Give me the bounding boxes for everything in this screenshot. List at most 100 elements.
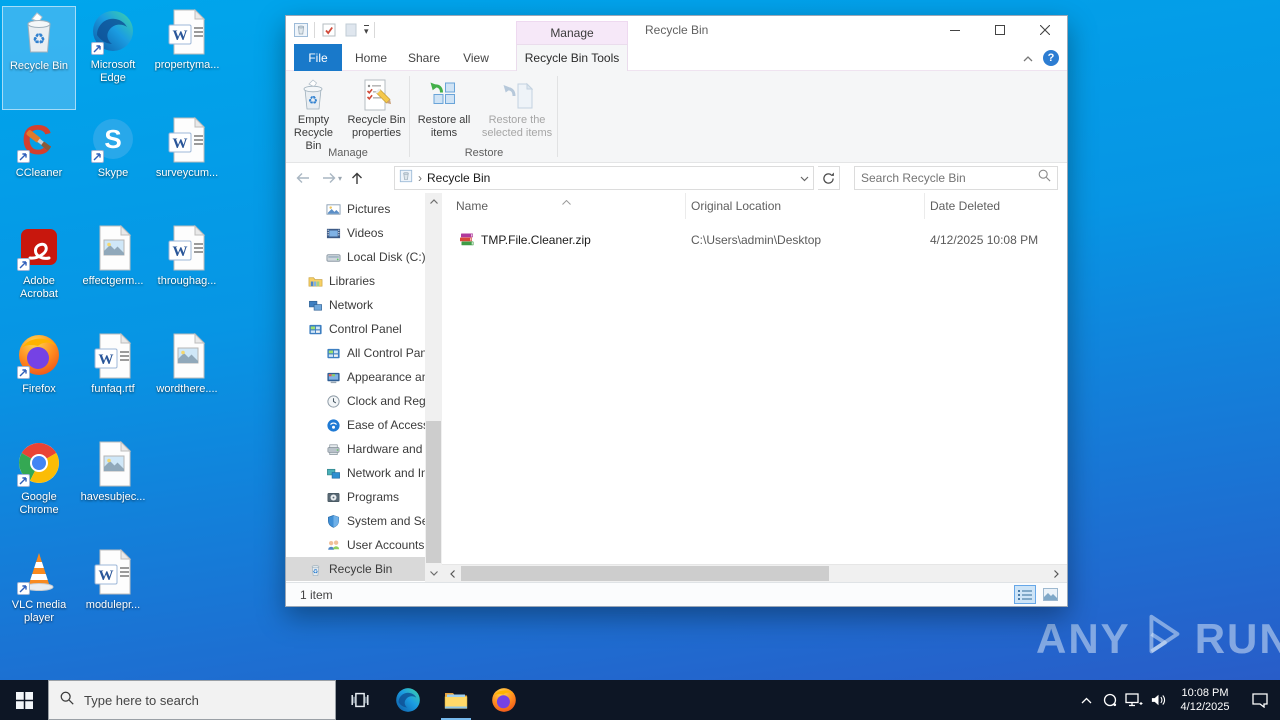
desktop-icon-funfaq-rtf[interactable]: Wfunfaq.rtf [76,330,150,434]
tray-status-icon[interactable] [1098,680,1122,720]
desktop-icon-google-chrome[interactable]: Google Chrome [2,438,76,542]
volume-tray-icon[interactable] [1146,680,1170,720]
tab-share[interactable]: Share [398,44,450,71]
ribbon-button-restore-the-selected-items: Restore the selected items [478,76,556,140]
horizontal-scrollbar[interactable] [442,564,1067,582]
scroll-up-icon[interactable] [425,193,442,210]
desktop-icon-ccleaner[interactable]: C CCleaner [2,114,76,218]
nav-item-pictures[interactable]: Pictures [286,197,425,221]
nav-scrollbar[interactable] [425,193,442,582]
search-icon[interactable] [1038,169,1051,187]
nav-scrollbar-thumb[interactable] [426,421,441,563]
up-button[interactable] [344,166,370,190]
scroll-left-icon[interactable] [444,565,461,583]
network-tray-icon[interactable] [1122,680,1146,720]
nav-item-appearance-an[interactable]: Appearance an [286,365,425,389]
nav-item-user-accounts[interactable]: User Accounts [286,533,425,557]
taskbar-search-input[interactable] [84,692,325,708]
explorer-search-box[interactable] [854,166,1058,190]
nav-item-clock-and-regi[interactable]: Clock and Regi [286,389,425,413]
taskbar-clock[interactable]: 10:08 PM 4/12/2025 [1170,686,1240,714]
nav-item-libraries[interactable]: Libraries [286,269,425,293]
nav-item-label: Network and In [347,466,425,480]
tab-home[interactable]: Home [346,44,396,71]
qat-blank-icon[interactable] [342,22,359,39]
edge-taskbar-icon[interactable] [384,680,432,720]
shortcut-arrow-icon [17,582,30,595]
taskbar-search-box[interactable] [48,680,336,720]
refresh-button[interactable] [818,166,840,190]
nav-item-recycle-bin[interactable]: ♻ Recycle Bin [286,557,425,581]
nav-item-ease-of-access[interactable]: Ease of Access [286,413,425,437]
start-button[interactable] [0,680,48,720]
explorer-search-input[interactable] [861,171,1038,185]
recent-locations-dropdown-icon[interactable]: ▾ [338,174,342,183]
nav-item-system-and-se[interactable]: System and Se [286,509,425,533]
ribbon-right-controls: ? [1023,44,1059,71]
desktop-icon-havesubjec[interactable]: havesubjec... [76,438,150,542]
file-row-tmp-file-cleaner-zip[interactable]: TMP.File.Cleaner.zip C:\Users\admin\Deskt… [444,229,1067,250]
nav-item-network[interactable]: Network [286,293,425,317]
collapse-ribbon-icon[interactable] [1023,49,1033,67]
breadcrumb-separator: › [418,171,422,185]
nav-item-label: Videos [347,226,384,240]
nav-item-programs[interactable]: Programs [286,485,425,509]
desktop-icon-firefox[interactable]: Firefox [2,330,76,434]
ribbon-button-recycle-bin-properties[interactable]: Recycle Bin properties [343,76,410,153]
close-button[interactable] [1022,16,1067,44]
desktop-icon-skype[interactable]: S Skype [76,114,150,218]
scroll-down-icon[interactable] [425,565,442,582]
desktop-icon-adobe-acrobat[interactable]: Adobe Acrobat [2,222,76,326]
recycle-bin-icon: ♻ [16,10,62,56]
word-icon: W [164,117,210,163]
column-header-name[interactable]: Name [444,193,686,219]
nav-item-network-and-in[interactable]: Network and In [286,461,425,485]
qat-recycle-bin-icon[interactable] [292,22,309,39]
svg-text:W: W [173,136,188,152]
column-header-date-deleted[interactable]: Date Deleted [925,193,1067,219]
desktop-icon-modulepr[interactable]: Wmodulepr... [76,546,150,650]
desktop-icon-throughag[interactable]: Wthroughag... [150,222,224,326]
help-button[interactable]: ? [1043,49,1059,66]
ribbon-button-empty-recycle-bin[interactable]: ♻ Empty Recycle Bin [286,76,341,153]
action-center-icon[interactable] [1240,680,1280,720]
address-dropdown-icon[interactable] [800,169,809,187]
nav-item-hardware-and[interactable]: Hardware and [286,437,425,461]
nav-item-control-panel[interactable]: Control Panel [286,317,425,341]
desktop-icon-surveycum[interactable]: Wsurveycum... [150,114,224,218]
details-view-button[interactable] [1014,585,1036,604]
nav-item-local-disk-c[interactable]: Local Disk (C:) [286,245,425,269]
nav-item-videos[interactable]: Videos [286,221,425,245]
qat-customize-dropdown-icon[interactable]: ▾ [364,25,369,36]
minimize-button[interactable] [932,16,977,44]
svg-text:♻: ♻ [313,568,318,575]
desktop-icon-propertyma[interactable]: Wpropertyma... [150,6,224,110]
task-view-button[interactable] [336,680,384,720]
thumbnail-view-button[interactable] [1039,585,1061,604]
file-explorer-taskbar-icon[interactable] [432,680,480,720]
tab-file[interactable]: File [294,44,342,71]
desktop-icon-recycle-bin[interactable]: ♻ Recycle Bin [2,6,76,110]
nav-item-all-control-pan[interactable]: All Control Pan [286,341,425,365]
qat-properties-icon[interactable] [320,22,337,39]
qat-separator [314,22,315,38]
tab-recycle-bin-tools[interactable]: Recycle Bin Tools [516,44,628,71]
nav-item-label: User Accounts [347,538,425,552]
scroll-right-icon[interactable] [1048,565,1065,583]
ribbon-button-restore-all-items[interactable]: Restore all items [412,76,476,140]
column-header-original-location[interactable]: Original Location [686,193,925,219]
breadcrumb[interactable]: Recycle Bin [427,171,800,185]
desktop-icon-vlc-media-player[interactable]: VLC media player [2,546,76,650]
back-button[interactable] [290,166,316,190]
file-name: TMP.File.Cleaner.zip [481,232,591,247]
desktop-icon-effectgerm[interactable]: effectgerm... [76,222,150,326]
desktop-icon-wordthere[interactable]: wordthere.... [150,330,224,434]
horizontal-scrollbar-thumb[interactable] [461,566,829,581]
tab-view[interactable]: View [452,44,500,71]
tray-expand-icon[interactable] [1074,680,1098,720]
maximize-button[interactable] [977,16,1022,44]
desktop-icon-microsoft-edge[interactable]: Microsoft Edge [76,6,150,110]
address-bar[interactable]: › Recycle Bin [394,166,814,190]
manage-contextual-tab[interactable]: Manage [516,21,628,44]
firefox-taskbar-icon[interactable] [480,680,528,720]
